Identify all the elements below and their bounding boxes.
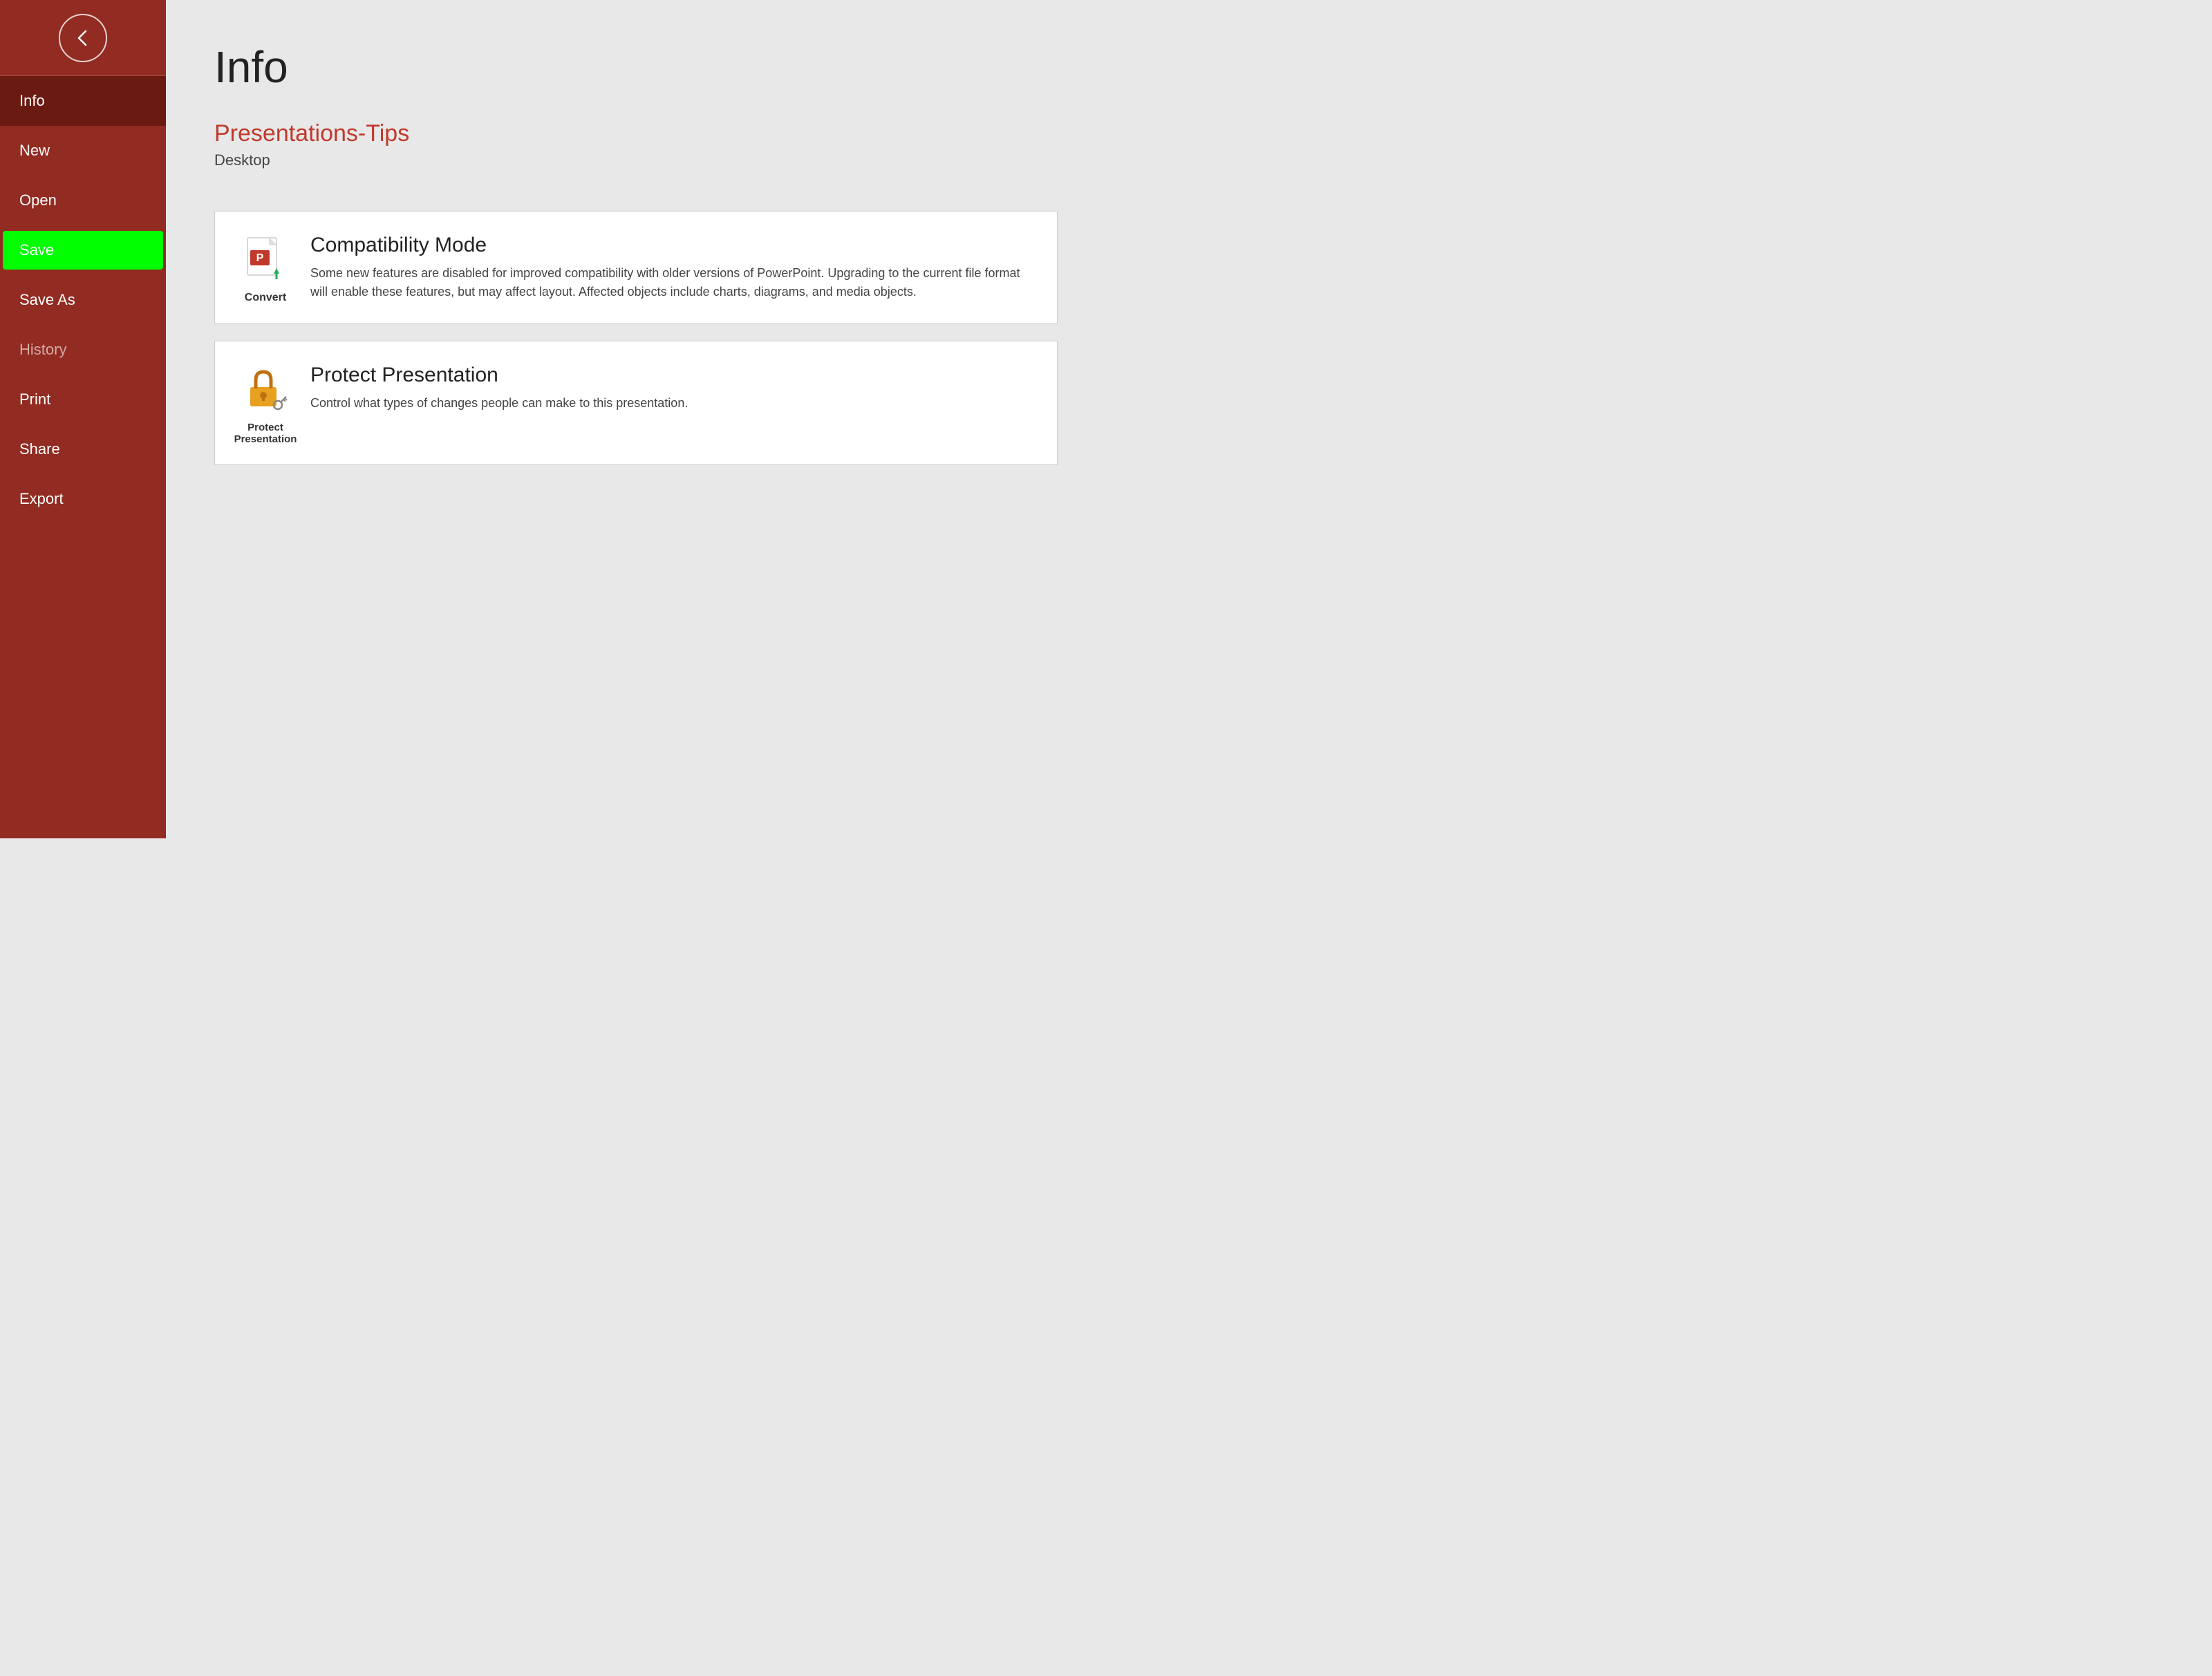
- sidebar-item-share[interactable]: Share: [0, 424, 166, 474]
- main-content: Info Presentations-Tips Desktop P Conver…: [166, 0, 1106, 838]
- convert-icon-area[interactable]: P Convert: [234, 231, 310, 304]
- sidebar-item-new[interactable]: New: [0, 126, 166, 176]
- page-title: Info: [214, 41, 1058, 93]
- sidebar-item-print[interactable]: Print: [0, 375, 166, 424]
- convert-title: Compatibility Mode: [310, 234, 1038, 257]
- convert-text: Compatibility Mode Some new features are…: [310, 231, 1038, 301]
- convert-label: Convert: [245, 292, 286, 304]
- file-location: Desktop: [214, 151, 1058, 169]
- sidebar: Info New Open Save Save As History Print…: [0, 0, 166, 838]
- svg-text:P: P: [256, 252, 264, 264]
- protect-label: Protect Presentation: [234, 422, 297, 445]
- sidebar-item-save-as[interactable]: Save As: [0, 275, 166, 325]
- convert-card: P Convert Compatibility Mode Some new fe…: [214, 211, 1058, 324]
- sidebar-item-history[interactable]: History: [0, 325, 166, 375]
- protect-text: Protect Presentation Control what types …: [310, 361, 1038, 413]
- sidebar-item-open[interactable]: Open: [0, 176, 166, 225]
- sidebar-item-save[interactable]: Save: [0, 225, 166, 275]
- sidebar-item-export[interactable]: Export: [0, 474, 166, 524]
- convert-description: Some new features are disabled for impro…: [310, 264, 1038, 301]
- protect-card: Protect Presentation Protect Presentatio…: [214, 341, 1058, 465]
- file-title: Presentations-Tips: [214, 120, 1058, 147]
- protect-description: Control what types of changes people can…: [310, 394, 1038, 413]
- sidebar-item-info[interactable]: Info: [0, 76, 166, 126]
- protect-title: Protect Presentation: [310, 364, 1038, 387]
- protect-icon-area[interactable]: Protect Presentation: [234, 361, 310, 445]
- back-button-area: [0, 0, 166, 76]
- back-button[interactable]: [59, 14, 107, 62]
